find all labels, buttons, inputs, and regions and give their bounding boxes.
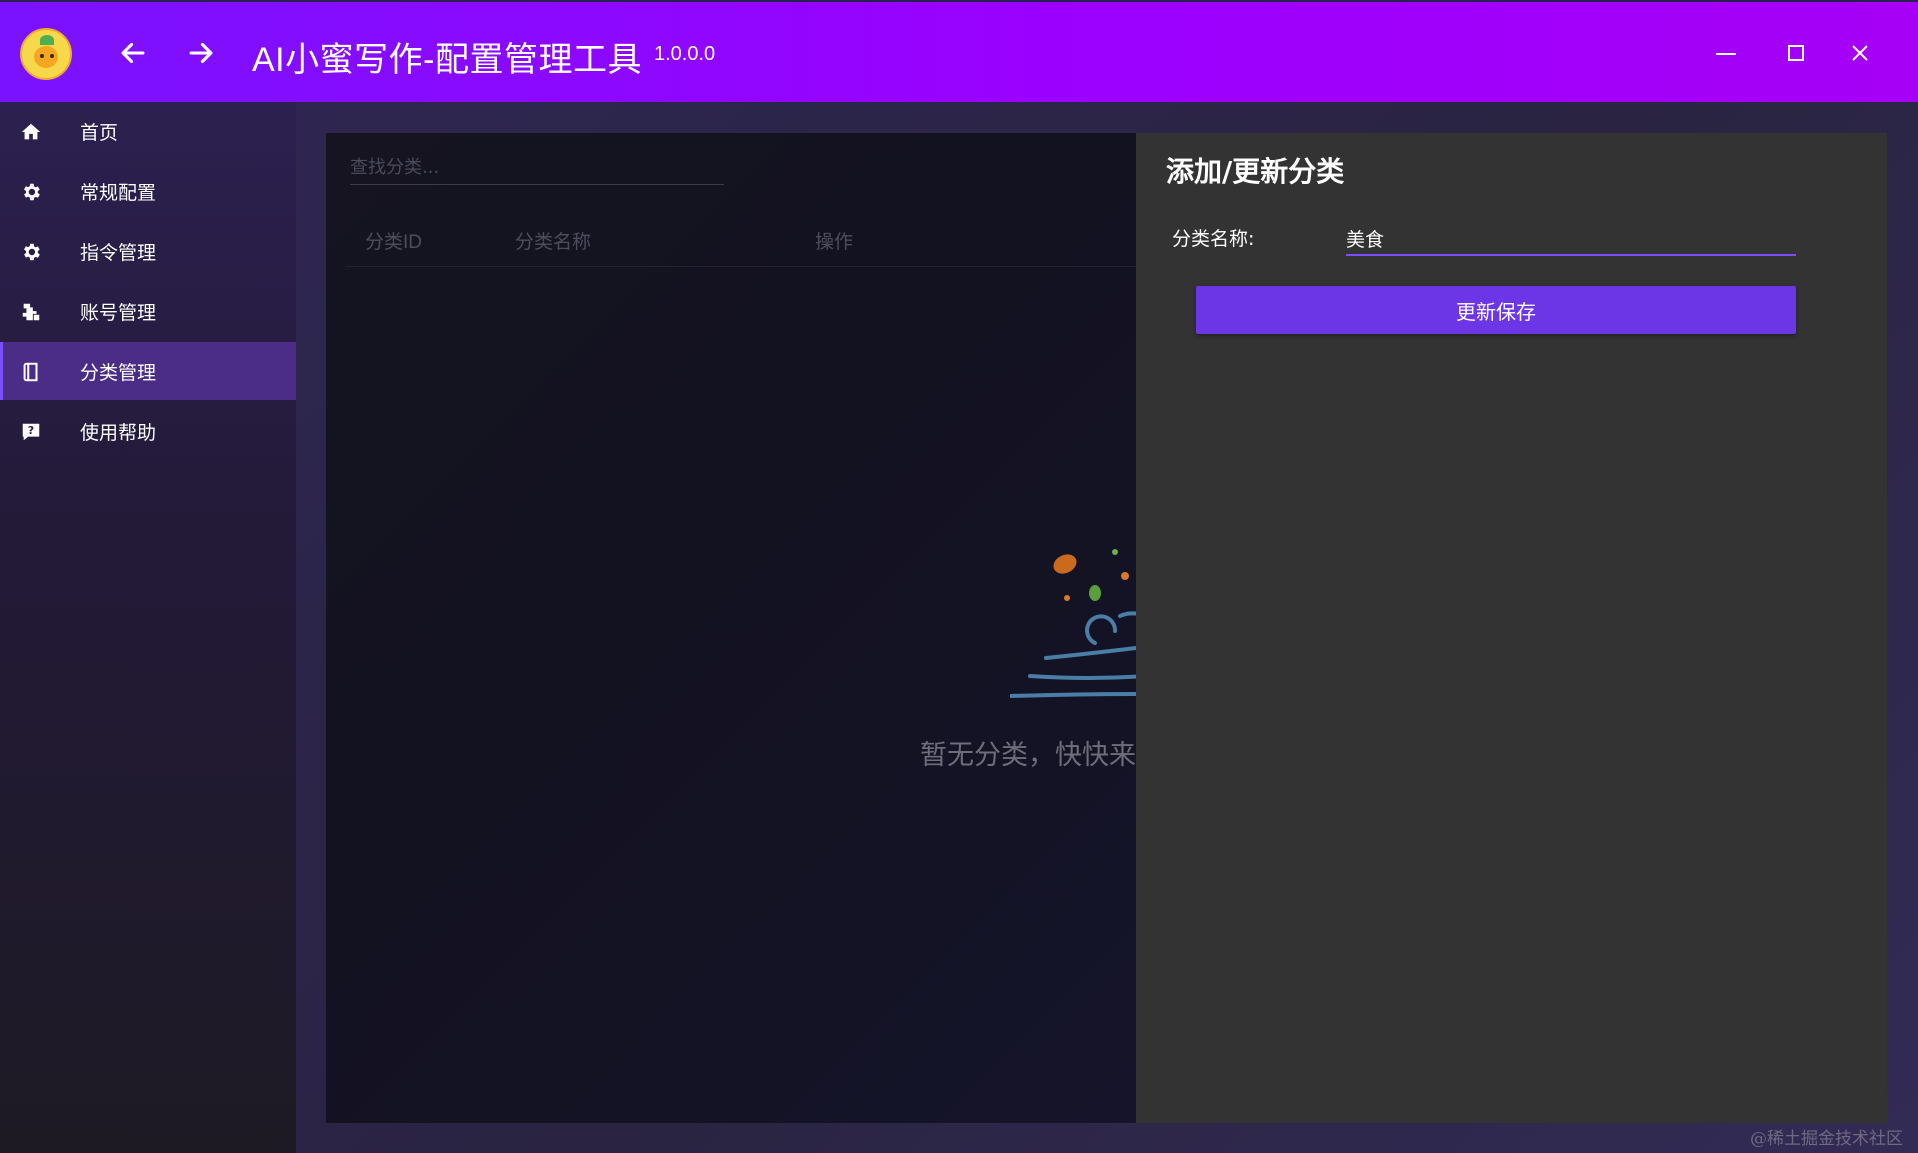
sidebar: 首页 常规配置 指令管理 账号管理 分类管理 ? 使用帮助 bbox=[0, 102, 296, 1153]
sidebar-item-general-config[interactable]: 常规配置 bbox=[0, 162, 296, 220]
book-icon bbox=[20, 361, 42, 383]
wind-leaves-empty-icon bbox=[1010, 548, 1136, 708]
category-search-input[interactable] bbox=[350, 150, 724, 185]
account-icon bbox=[20, 301, 42, 323]
help-icon: ? bbox=[20, 421, 42, 443]
sidebar-item-account-management[interactable]: 账号管理 bbox=[0, 282, 296, 340]
column-header-id: 分类ID bbox=[365, 232, 423, 253]
sidebar-item-help[interactable]: ? 使用帮助 bbox=[0, 402, 296, 460]
sidebar-item-label: 分类管理 bbox=[80, 361, 157, 384]
sidebar-item-label: 首页 bbox=[80, 121, 119, 144]
back-arrow-icon[interactable] bbox=[116, 36, 156, 72]
table-header-divider bbox=[346, 266, 1136, 267]
column-header-actions: 操作 bbox=[815, 232, 854, 253]
category-name-label: 分类名称: bbox=[1172, 228, 1255, 250]
empty-state-text: 暂无分类，快快来 bbox=[920, 740, 1136, 771]
title-bar: AI小蜜写作-配置管理工具 1.0.0.0 bbox=[0, 0, 1918, 102]
pineapple-mascot-icon bbox=[20, 28, 72, 80]
sidebar-item-label: 常规配置 bbox=[80, 181, 157, 204]
edit-panel-title: 添加/更新分类 bbox=[1166, 155, 1345, 188]
watermark: @稀土掘金技术社区 bbox=[1750, 1129, 1903, 1149]
svg-text:?: ? bbox=[28, 424, 34, 437]
app-title: AI小蜜写作-配置管理工具 bbox=[252, 41, 642, 79]
column-header-name: 分类名称 bbox=[515, 232, 592, 253]
sidebar-item-category-management[interactable]: 分类管理 bbox=[0, 342, 296, 400]
minimize-icon[interactable] bbox=[1706, 32, 1746, 72]
sidebar-item-label: 使用帮助 bbox=[80, 421, 157, 444]
sidebar-item-home[interactable]: 首页 bbox=[0, 102, 296, 160]
forward-arrow-icon[interactable] bbox=[184, 36, 224, 72]
home-icon bbox=[20, 121, 42, 143]
sidebar-item-label: 账号管理 bbox=[80, 301, 157, 324]
gear-icon bbox=[20, 181, 42, 203]
maximize-icon[interactable] bbox=[1776, 32, 1816, 72]
sidebar-item-command-management[interactable]: 指令管理 bbox=[0, 222, 296, 280]
edit-category-panel bbox=[1136, 133, 1887, 1123]
category-name-input[interactable] bbox=[1346, 222, 1796, 256]
sidebar-item-label: 指令管理 bbox=[80, 241, 157, 264]
save-button[interactable]: 更新保存 bbox=[1196, 286, 1796, 334]
app-version: 1.0.0.0 bbox=[654, 43, 716, 65]
close-icon[interactable] bbox=[1840, 32, 1880, 72]
gear-icon bbox=[20, 241, 42, 263]
